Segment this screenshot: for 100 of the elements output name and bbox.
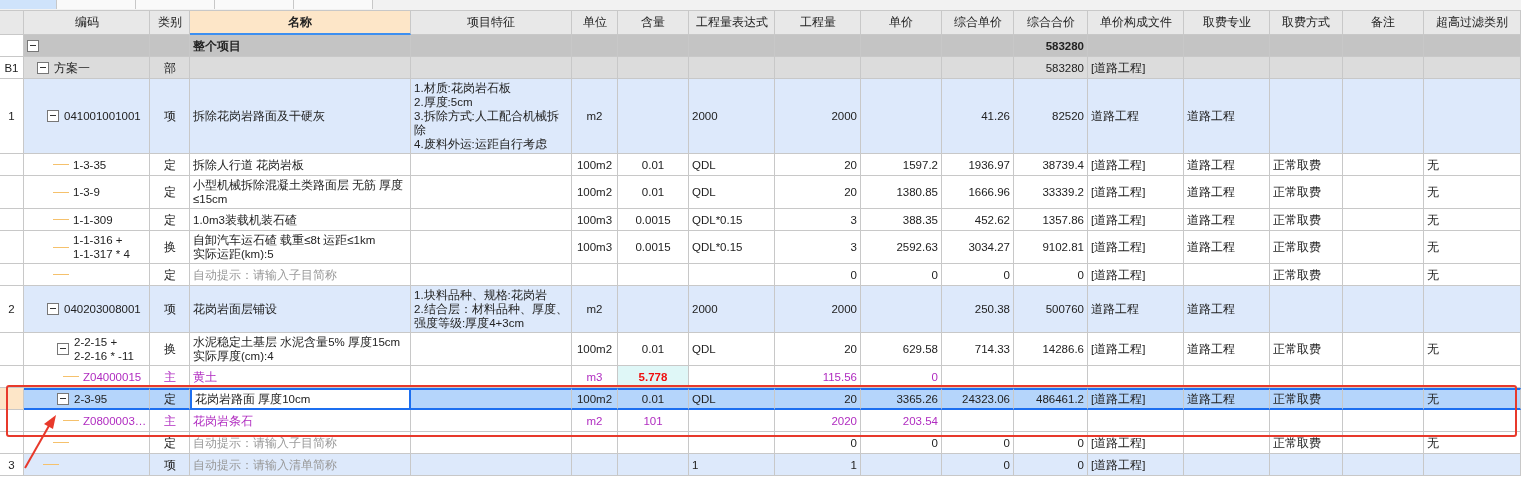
table-cell: [道路工程] xyxy=(1088,454,1184,476)
name-cell: 自动提示：请输入子目简称 xyxy=(190,264,411,286)
table-cell: 9102.81 xyxy=(1014,231,1088,264)
table-cell: 1 xyxy=(775,454,861,476)
table-cell: 33339.2 xyxy=(1014,176,1088,209)
table-cell: 道路工程 xyxy=(1088,79,1184,154)
item-code: 1-1-309 xyxy=(73,212,113,227)
type-cell: 换 xyxy=(150,231,190,264)
table-row[interactable]: 定 自动提示：请输入子目简称 0 0 0 0 [道路工程] 正常取费 无 xyxy=(0,264,1521,286)
table-row[interactable]: B1 方案一 部 583280 [道路工程] xyxy=(0,57,1521,79)
name-cell: 自卸汽车运石碴 载重≤8t 运距≤1km 实际运距(km):5 xyxy=(190,231,411,264)
table-cell: QDL xyxy=(689,333,775,366)
table-row[interactable]: 1-3-35 定 拆除人行道 花岗岩板 100m2 0.01 QDL 20 1597.2 1936.97 38739.4 [道路工程] 道路工程 正常取费 无 xyxy=(0,154,1521,176)
collapse-toggle[interactable] xyxy=(27,39,39,52)
table-cell: QDL*0.15 xyxy=(689,231,775,264)
table-cell: m2 xyxy=(572,286,618,333)
table-cell: [道路工程] xyxy=(1088,388,1184,410)
name-cell: 小型机械拆除混凝土类路面层 无筋 厚度≤15cm xyxy=(190,176,411,209)
table-cell xyxy=(572,57,618,79)
table-cell: [道路工程] xyxy=(1088,264,1184,286)
table-cell: 正常取费 xyxy=(1270,154,1343,176)
table-row[interactable]: 1-3-9 定 小型机械拆除混凝土类路面层 无筋 厚度≤15cm 100m2 0.01 QDL 20 1380.85 1666.96 33339.2 [道路工程] 道路工程 正常取费 无 xyxy=(0,176,1521,209)
table-row[interactable]: 1 041001001001 项 拆除花岗岩路面及干硬灰 1.材质:花岗岩石板 2.厚度:5cm 3.拆除方式:人工配合机械拆除 4.废料外运:运距自行考虑 m2 2000 2000 41.26 82520 道路工程 道路工程 xyxy=(0,79,1521,154)
table-cell xyxy=(572,454,618,476)
table-cell: 3 xyxy=(775,209,861,231)
table-cell: 583280 xyxy=(1014,35,1088,57)
table-cell: 100m3 xyxy=(572,209,618,231)
table-cell: [道路工程] xyxy=(1088,333,1184,366)
content-cell: 0.01 xyxy=(618,176,689,209)
table-cell: 正常取费 xyxy=(1270,388,1343,410)
table-cell: 道路工程 xyxy=(1184,286,1270,333)
item-code: Z0800003… xyxy=(83,413,147,428)
table-cell: 388.35 xyxy=(861,209,942,231)
table-cell xyxy=(572,432,618,454)
table-row[interactable]: 1-1-309 定 1.0m3装载机装石碴 100m3 0.0015 QDL*0.15 3 388.35 452.62 1357.86 [道路工程] 道路工程 正常取费 无 xyxy=(0,209,1521,231)
content-cell: 0.01 xyxy=(618,154,689,176)
row-number: B1 xyxy=(0,57,24,79)
table-cell: 0 xyxy=(942,454,1014,476)
name-cell: 自动提示：请输入子目简称 xyxy=(190,432,411,454)
type-cell: 定 xyxy=(150,209,190,231)
collapse-toggle[interactable] xyxy=(57,343,69,355)
item-code: Z04000015 xyxy=(83,369,142,384)
table-cell: 1.材质:花岗岩石板 2.厚度:5cm 3.拆除方式:人工配合机械拆除 4.废料外运:运距自行考虑 xyxy=(411,79,572,154)
table-cell: 486461.2 xyxy=(1014,388,1088,410)
name-input-field[interactable]: 花岗岩路面 厚度10cm xyxy=(190,388,411,410)
table-cell: 正常取费 xyxy=(1270,333,1343,366)
table-cell: 41.26 xyxy=(942,79,1014,154)
name-cell: 拆除花岗岩路面及干硬灰 xyxy=(190,79,411,154)
type-cell: 项 xyxy=(150,286,190,333)
table-cell: 道路工程 xyxy=(1184,333,1270,366)
column-header[interactable]: 名称 xyxy=(190,11,411,35)
row-number xyxy=(0,388,24,410)
table-row[interactable]: 3 项 自动提示：请输入清单简称 1 1 0 0 [道路工程] xyxy=(0,454,1521,476)
collapse-toggle[interactable] xyxy=(57,393,69,405)
table-cell: 道路工程 xyxy=(1184,209,1270,231)
table-cell: 20 xyxy=(775,176,861,209)
table-cell: 0 xyxy=(775,264,861,286)
table-cell: [道路工程] xyxy=(1088,231,1184,264)
table-cell: 0 xyxy=(861,432,942,454)
table-cell: 道路工程 xyxy=(1184,79,1270,154)
table-row[interactable]: 定 自动提示：请输入子目简称 0 0 0 0 [道路工程] 正常取费 无 xyxy=(0,432,1521,454)
name-cell: 整个项目 xyxy=(190,35,411,57)
item-code: 041001001001 xyxy=(64,109,141,123)
collapse-toggle[interactable] xyxy=(47,303,59,315)
content-cell: 5.778 xyxy=(618,366,689,388)
table-row[interactable]: 2 040203008001 项 花岗岩面层铺设 1.块料品种、规格:花岗岩 2.结合层：材料品种、厚度、强度等级:厚度4+3cm m2 2000 2000 250.38 500760 道路工程 道路工程 xyxy=(0,286,1521,333)
table-cell: 100m2 xyxy=(572,154,618,176)
table-cell: 24323.06 xyxy=(942,388,1014,410)
table-row[interactable]: 2-3-95 定 花岗岩路面 厚度10cm 100m2 0.01 QDL 20 3365.26 24323.06 486461.2 [道路工程] 道路工程 正常取费 无 xyxy=(0,388,1521,410)
table-cell: 无 xyxy=(1424,176,1521,209)
table-cell: 2000 xyxy=(775,286,861,333)
row-number: 1 xyxy=(0,79,24,154)
item-code: 方案一 xyxy=(54,60,90,75)
table-cell: 正常取费 xyxy=(1270,432,1343,454)
table-cell: 道路工程 xyxy=(1184,388,1270,410)
table-cell: 629.58 xyxy=(861,333,942,366)
table-row[interactable]: 2-2-15 + 2-2-16 * -11 换 水泥稳定土基层 水泥含量5% 厚度15cm 实际厚度(cm):4 100m2 0.01 QDL 20 629.58 714.33 14286.6 [道路工程] 道路工程 正常取费 无 xyxy=(0,333,1521,366)
table-cell: 100m2 xyxy=(572,176,618,209)
table-cell: 道路工程 xyxy=(1184,231,1270,264)
collapse-toggle[interactable] xyxy=(47,110,59,122)
table-cell: 0 xyxy=(1014,432,1088,454)
table-cell: 14286.6 xyxy=(1014,333,1088,366)
table-cell: 道路工程 xyxy=(1088,286,1184,333)
type-cell: 定 xyxy=(150,388,190,410)
table-cell: 3365.26 xyxy=(861,388,942,410)
table-cell: [道路工程] xyxy=(1088,154,1184,176)
table-cell xyxy=(942,35,1014,57)
table-cell: 0 xyxy=(861,264,942,286)
table-cell: [道路工程] xyxy=(1088,57,1184,79)
item-code: 1-3-35 xyxy=(73,157,107,172)
table-row[interactable]: 整个项目 583280 xyxy=(0,35,1521,57)
name-cell: 水泥稳定土基层 水泥含量5% 厚度15cm 实际厚度(cm):4 xyxy=(190,333,411,366)
table-cell: 无 xyxy=(1424,231,1521,264)
table-cell: 0 xyxy=(1014,454,1088,476)
collapse-toggle[interactable] xyxy=(37,61,49,74)
type-cell xyxy=(150,35,190,57)
table-row[interactable]: 1-1-316 + 1-1-317 * 4 换 自卸汽车运石碴 载重≤8t 运距≤1km 实际运距(km):5 100m3 0.0015 QDL*0.15 3 2592.63 3034.27 9102.81 [道路工程] 道路工程 正常取费 无 xyxy=(0,231,1521,264)
table-cell: 500760 xyxy=(1014,286,1088,333)
name-cell: 拆除人行道 花岗岩板 xyxy=(190,154,411,176)
table-cell: QDL*0.15 xyxy=(689,209,775,231)
